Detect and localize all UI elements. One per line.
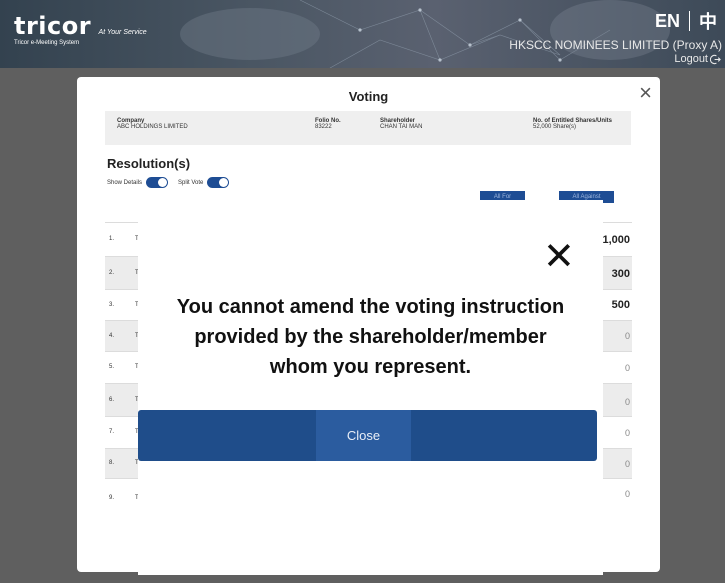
split-vote-label: Split Vote — [178, 179, 204, 186]
resolution-number: 2. — [109, 270, 115, 276]
lang-en-link[interactable]: EN — [655, 11, 680, 32]
modal-close-icon[interactable]: × — [639, 82, 652, 104]
modal-title: Voting — [348, 89, 389, 104]
logout-label: Logout — [674, 53, 708, 65]
folio-info: Folio No. 83222 — [315, 118, 341, 130]
shares-value: 52,000 Share(s) — [533, 124, 577, 130]
resolution-number: 7. — [109, 429, 115, 435]
vote-count-input[interactable]: 0 — [625, 331, 630, 341]
vote-count-input[interactable]: 0 — [625, 397, 630, 407]
resolution-number: 3. — [109, 302, 115, 308]
folio-value: 83222 — [315, 124, 332, 130]
vote-count-input[interactable]: 0 — [625, 363, 630, 373]
vote-count-input[interactable]: 1,000 — [602, 234, 630, 246]
language-switcher: EN 中 — [655, 8, 717, 34]
resolution-number: 8. — [109, 460, 115, 466]
logout-icon — [710, 54, 721, 64]
show-details-toggle[interactable] — [146, 177, 169, 188]
app-header: tricor At Your Service Tricor e-Meeting … — [0, 0, 725, 68]
resolution-number: 1. — [109, 236, 115, 242]
logo-text: tricor — [14, 12, 92, 40]
alert-message: You cannot amend the voting instruction … — [138, 292, 603, 382]
vote-options: Show Details Split Vote — [107, 177, 239, 188]
company-value: ABC HOLDINGS LIMITED — [117, 124, 188, 130]
alert-dialog: ✕ You cannot amend the voting instructio… — [138, 200, 603, 575]
lang-zh-link[interactable]: 中 — [699, 8, 717, 34]
shareholder-value: CHAN TAI MAN — [380, 124, 423, 130]
vote-count-input[interactable]: 0 — [625, 489, 630, 499]
shareholder-info: Shareholder CHAN TAI MAN — [380, 118, 422, 130]
resolution-number: 9. — [109, 495, 115, 501]
vote-count-input[interactable]: 0 — [625, 459, 630, 469]
alert-message-line: provided by the shareholder/member — [194, 326, 547, 348]
logo-tagline: At Your Service — [98, 29, 147, 36]
lang-divider — [689, 11, 690, 31]
show-details-label: Show Details — [107, 179, 143, 186]
shares-info: No. of Entitled Shares/Units 52,000 Shar… — [533, 118, 612, 130]
account-name: HKSCC NOMINEES LIMITED (Proxy A) — [509, 38, 722, 52]
resolution-number: 5. — [109, 364, 115, 370]
resolutions-heading: Resolution(s) — [107, 156, 191, 171]
resolution-number: 6. — [109, 397, 115, 403]
alert-close-icon[interactable]: ✕ — [543, 238, 575, 276]
vote-count-input[interactable]: 300 — [612, 268, 630, 280]
logout-link[interactable]: Logout — [674, 53, 721, 65]
vote-count-input[interactable]: 0 — [625, 428, 630, 438]
resolution-number: 4. — [109, 333, 115, 339]
alert-message-line: You cannot amend the voting instruction — [176, 296, 565, 318]
alert-message-line: whom you represent. — [269, 356, 472, 378]
company-info: Company ABC HOLDINGS LIMITED — [117, 118, 188, 130]
system-name: Tricor e-Meeting System — [14, 40, 80, 46]
shareholder-info-panel: Company ABC HOLDINGS LIMITED Folio No. 8… — [105, 111, 631, 145]
alert-close-button[interactable]: Close — [316, 410, 411, 461]
tricor-logo[interactable]: tricor At Your Service Tricor e-Meeting … — [14, 12, 147, 46]
vote-count-input[interactable]: 500 — [612, 299, 630, 311]
split-vote-toggle[interactable] — [207, 177, 230, 188]
